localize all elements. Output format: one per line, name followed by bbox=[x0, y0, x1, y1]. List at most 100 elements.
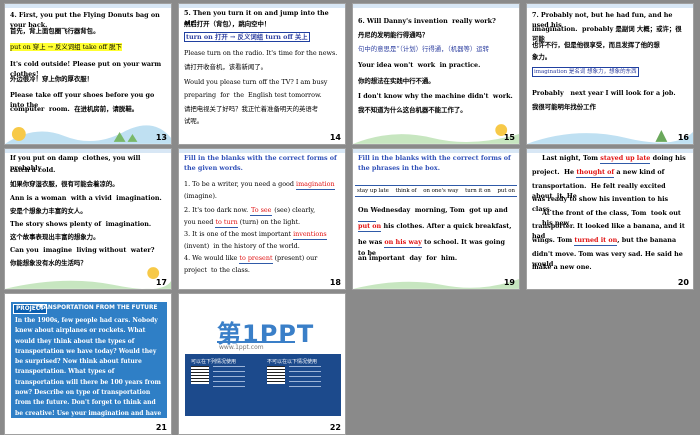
slide-line: his clothes. After a quick breakfast, bbox=[383, 222, 512, 230]
slide-line: 6. Will Danny's invention really work? bbox=[358, 17, 496, 25]
slide-thumbnail-21[interactable]: PROJECT TRANSPORTATION FROM THE FUTURE I… bbox=[4, 293, 172, 435]
exercise-item: 2. It's too dark now. To see (see) clear… bbox=[184, 205, 340, 217]
sample-thumbnail bbox=[267, 366, 285, 384]
phrase-option: stay up late bbox=[357, 188, 389, 194]
slide-number: 20 bbox=[677, 278, 689, 287]
phrase-note: imagination 是名词 想象力，想象的东西 bbox=[532, 66, 688, 77]
slide-number: 19 bbox=[503, 278, 515, 287]
slide-line: 我很可能明年找份工作 bbox=[532, 103, 596, 111]
slide-number: 13 bbox=[155, 133, 167, 142]
slide-line: (present) our bbox=[274, 254, 318, 262]
slide-line: put on 穿上 → 反义词组 take off 脱下 bbox=[10, 43, 122, 51]
slide-line: an important day for him. bbox=[358, 254, 458, 262]
answer-blank: on his way bbox=[384, 237, 422, 249]
slide-line: 3. It is one of the most important bbox=[184, 230, 292, 238]
slide-line: 丹尼的发明能行得通吗？ bbox=[358, 31, 429, 39]
slide-line: On Wednesday morning, Tom got up and bbox=[358, 206, 508, 214]
decorative-landscape bbox=[5, 125, 171, 144]
sample-thumbnail bbox=[191, 366, 209, 384]
slide-line: Your idea won't work in practice. bbox=[358, 61, 481, 69]
panel-heading: 可以在下列情况使用 bbox=[191, 359, 237, 365]
slide-line: imagination 是名词 想象力，想象的东西 bbox=[532, 67, 639, 77]
slide-thumbnail-14[interactable]: 5. Then you turn it on and jump into the… bbox=[178, 3, 346, 145]
slide-line: (turn) on the light. bbox=[239, 218, 301, 226]
slide-line: 句中的意思是“（计划）行得通，（机器等）运转 bbox=[358, 45, 490, 53]
answer-blank: thought of bbox=[576, 167, 615, 179]
slide-number: 14 bbox=[329, 133, 341, 142]
exercise-item: wings. Tom turned it on, but the banana bbox=[532, 235, 688, 247]
slide-line: Would you please turn off the TV? I am b… bbox=[184, 78, 328, 86]
slide-line: 请打开收音机，该看新闻了。 bbox=[184, 63, 268, 71]
phrase-box: stay up late think of on one's way turn … bbox=[355, 185, 517, 197]
slide-line: catch a cold. bbox=[10, 166, 56, 174]
exercise-item: Last night, Tom stayed up late doing his bbox=[532, 153, 688, 165]
exercise-item: put on his clothes. After a quick breakf… bbox=[358, 221, 514, 233]
slide-line: Last night, Tom bbox=[542, 154, 599, 162]
slide-line: The story shows plenty of imagination. bbox=[10, 220, 152, 228]
slide-thumbnail-16[interactable]: 7. Probably not, but he had fun, and he … bbox=[526, 3, 694, 145]
exercise-item: 4. We would like to present (present) ou… bbox=[184, 253, 340, 265]
slide-line: wings. Tom bbox=[532, 236, 573, 244]
slide-header-band bbox=[353, 4, 519, 8]
answer-blank: put on bbox=[358, 221, 382, 233]
answer-blank: to turn bbox=[215, 217, 238, 229]
slide-line: 请把电视关了好吗？我正忙着准备明天的英语考 bbox=[184, 105, 319, 113]
slide-thumbnail-17[interactable]: If you put on damp clothes, you will pro… bbox=[4, 148, 172, 290]
decorative-landscape bbox=[527, 130, 693, 144]
phrase-note: put on 穿上 → 反义词组 take off 脱下 bbox=[10, 42, 166, 52]
answer-blank: stayed up late bbox=[600, 153, 651, 165]
slide-header-band bbox=[527, 4, 693, 8]
slide-line: , but the banana bbox=[617, 236, 677, 244]
slide-thumbnail-15[interactable]: 6. Will Danny's invention really work? 丹… bbox=[352, 3, 520, 145]
exercise-item: you need to turn (turn) on the light. bbox=[184, 217, 340, 229]
slide-line: he was bbox=[358, 238, 383, 246]
slide-line: doing his bbox=[652, 154, 686, 162]
decorative-landscape bbox=[353, 278, 519, 289]
slide-line: Probably next year I will look for a job… bbox=[532, 89, 676, 97]
slide-thumbnail-13[interactable]: 4. First, you put the Flying Donuts bag … bbox=[4, 3, 172, 145]
slide-line: 如果你穿湿衣服，很有可能会着凉的。 bbox=[10, 180, 119, 188]
project-title: TRANSPORTATION FROM THE FUTURE bbox=[35, 305, 158, 311]
exercise-item: 1. To be a writer, you need a good imagi… bbox=[184, 179, 340, 191]
sample-lines bbox=[213, 366, 245, 388]
answer-blank: to present bbox=[239, 253, 273, 265]
slide-line: 1. To be a writer, you need a good bbox=[184, 180, 294, 188]
slide-line: 也许不行，但是他很享受，而且发挥了他的想 bbox=[532, 41, 660, 49]
slide-line: 这个故事表现出丰富的想象力。 bbox=[10, 233, 100, 241]
phrase-option: put on bbox=[497, 188, 515, 194]
exercise-title: Fill in the blanks with the correct form… bbox=[358, 154, 514, 173]
slide-number: 16 bbox=[677, 133, 689, 142]
logo-subtitle: www.1ppt.com bbox=[219, 344, 264, 351]
exercise-item: 3. It is one of the most important inven… bbox=[184, 229, 340, 241]
slide-line: Ann is a woman with a vivid imagination. bbox=[10, 194, 162, 202]
slide-thumbnail-18[interactable]: Fill in the blanks with the correct form… bbox=[178, 148, 346, 290]
slide-line: project. He bbox=[532, 168, 575, 176]
slide-line: 外边很冷！穿上你的厚衣服！ bbox=[10, 75, 94, 83]
slide-line: 首先，背上面包圈飞行器背包。 bbox=[10, 27, 100, 35]
answer-blank: inventions bbox=[293, 229, 327, 241]
slide-thumbnail-22[interactable]: 第1PPT www.1ppt.com 可以在下列情况使用 不可以在以下情况使用 … bbox=[178, 293, 346, 435]
slide-thumbnail-20[interactable]: Last night, Tom stayed up late doing his… bbox=[526, 148, 694, 290]
slide-line: 象力。 bbox=[532, 53, 552, 61]
slide-line: computer room. 在进机房前，请脱鞋。 bbox=[10, 105, 139, 113]
phrase-option: on one's way bbox=[423, 188, 459, 194]
slide-line: Please turn on the radio. It's time for … bbox=[184, 49, 338, 57]
slide-line: (invent) in the history of the world. bbox=[184, 242, 300, 250]
answer-blank: To see bbox=[250, 205, 273, 217]
slide-line: a new kind of bbox=[616, 168, 665, 176]
decorative-landscape bbox=[353, 124, 519, 144]
slide-thumbnail-19[interactable]: Fill in the blanks with the correct form… bbox=[352, 148, 520, 290]
exercise-item: project. He thought of a new kind of bbox=[532, 167, 688, 179]
slide-line: I don't know why the machine didn't work… bbox=[358, 92, 513, 100]
slide-line: 然后打开（背包），跳向空中！ bbox=[184, 20, 271, 28]
slide-sorter-grid: 4. First, you put the Flying Donuts bag … bbox=[0, 0, 700, 435]
slide-line: preparing for the English test tomorrow. bbox=[184, 91, 322, 99]
decorative-landscape bbox=[5, 267, 171, 289]
phrase-option: think of bbox=[395, 188, 417, 194]
slide-line: (imagine). bbox=[184, 192, 217, 200]
panel-heading: 不可以在以下情况使用 bbox=[267, 359, 318, 365]
slide-line: project to the class. bbox=[184, 266, 250, 274]
slide-line: 4. We would like bbox=[184, 254, 238, 262]
answer-blank: imagination bbox=[296, 179, 335, 191]
slide-line: 安是个想象力丰富的女人。 bbox=[10, 207, 87, 215]
